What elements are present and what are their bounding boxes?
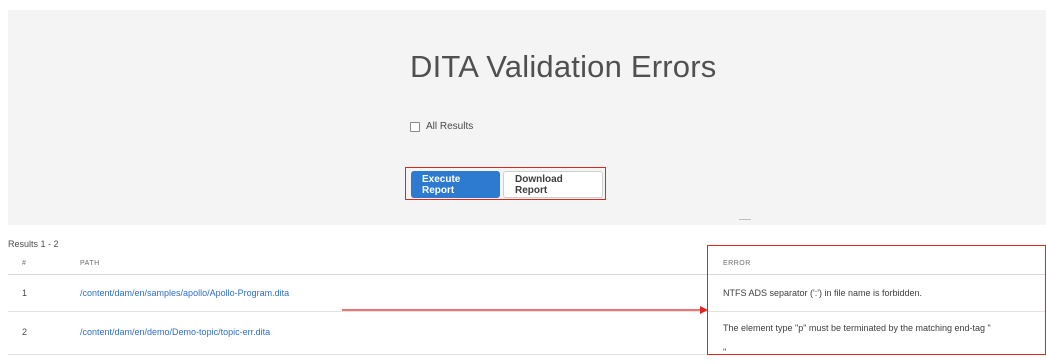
row-number: 2 <box>22 327 28 337</box>
column-header-number[interactable]: # <box>22 260 26 267</box>
results-count: Results 1 - 2 <box>8 239 59 249</box>
column-header-path[interactable]: PATH <box>80 260 100 267</box>
annotation-arrow-icon <box>342 306 708 314</box>
all-results-label: All Results <box>426 121 474 132</box>
all-results-checkbox[interactable] <box>410 121 420 132</box>
all-results-option[interactable]: All Results <box>410 121 473 132</box>
annotation-box-buttons <box>405 167 606 200</box>
file-path-link[interactable]: /content/dam/en/samples/apollo/Apollo-Pr… <box>80 288 289 298</box>
page-title: DITA Validation Errors <box>410 49 717 84</box>
annotation-box-error-column <box>707 245 1046 355</box>
row-number: 1 <box>22 288 28 298</box>
file-path-link[interactable]: /content/dam/en/demo/Demo-topic/topic-er… <box>80 327 270 337</box>
collapse-handle[interactable] <box>739 219 751 220</box>
